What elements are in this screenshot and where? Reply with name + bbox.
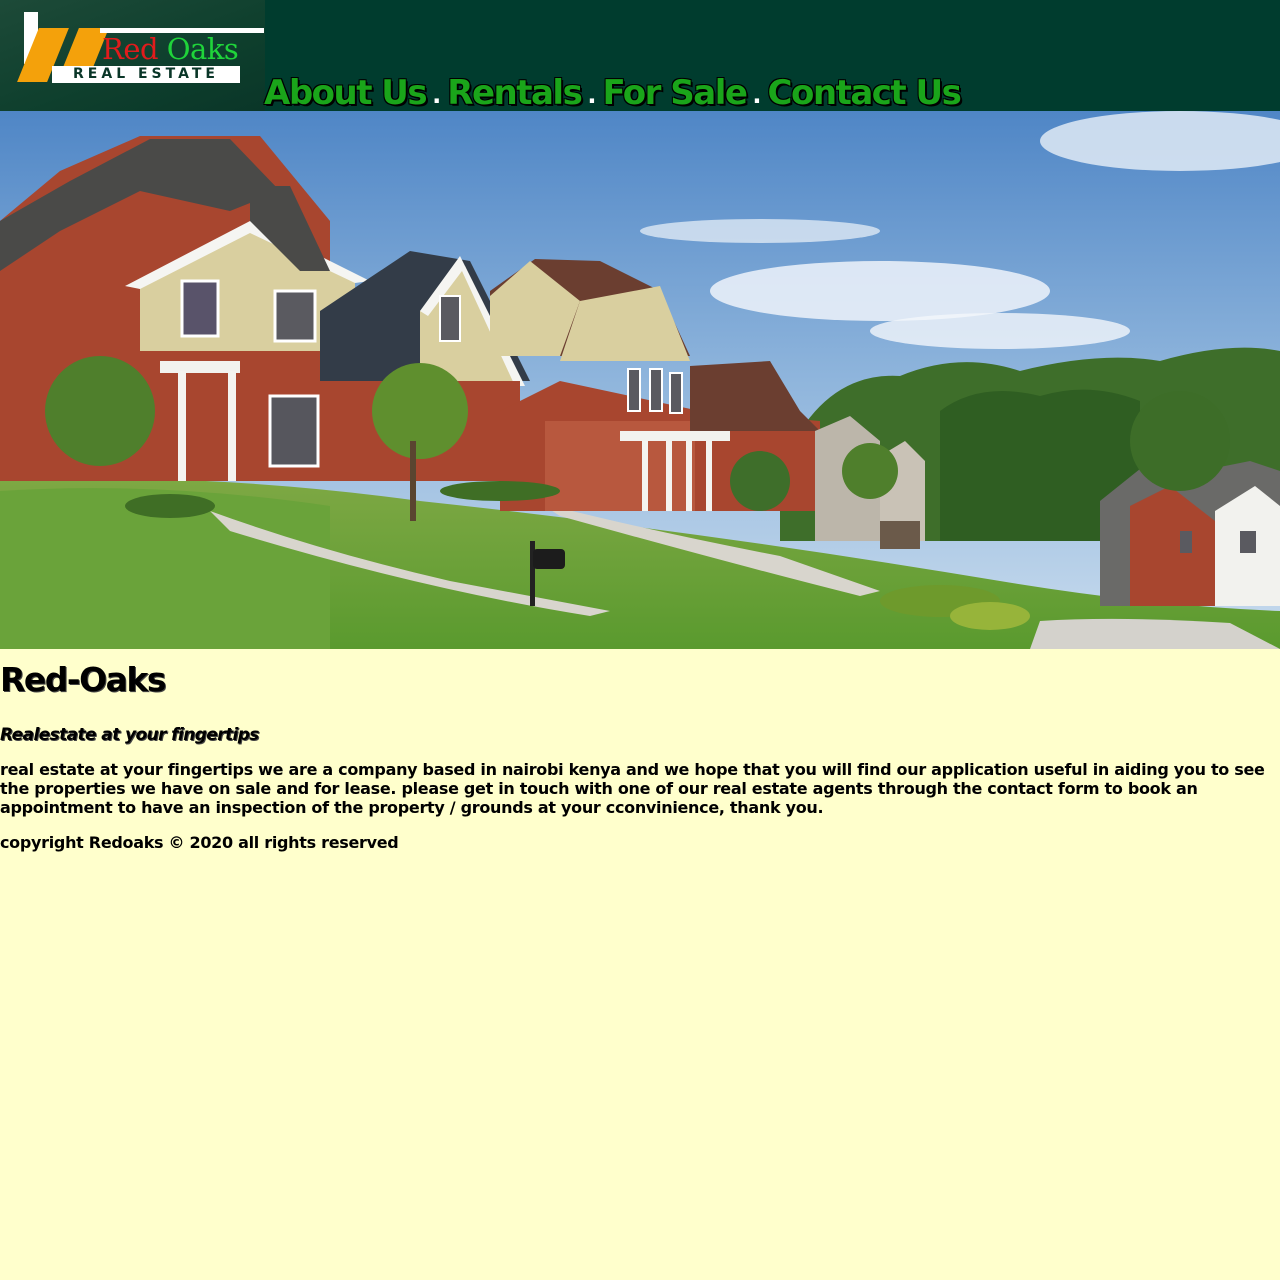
nav-link-contact-us[interactable]: Contact Us xyxy=(768,75,962,111)
logo-tagline: REAL ESTATE xyxy=(52,66,240,83)
logo-brand-name: Red Oaks xyxy=(102,32,239,66)
main-content: Red-Oaks Realestate at your fingertips r… xyxy=(0,660,1280,852)
company-description: real estate at your fingertips we are a … xyxy=(0,760,1265,817)
nav-separator: . xyxy=(752,81,762,109)
main-nav: About Us . Rentals . For Sale . Contact … xyxy=(264,75,962,111)
nav-link-rentals[interactable]: Rentals xyxy=(447,75,583,111)
page-title: Red-Oaks xyxy=(0,660,167,699)
nav-link-about-us[interactable]: About Us xyxy=(264,75,428,111)
page-subtitle: Realestate at your fingertips xyxy=(0,725,259,745)
nav-link-for-sale[interactable]: For Sale xyxy=(602,75,747,111)
hero-image-houses xyxy=(0,111,1280,649)
copyright-notice: copyright Redoaks © 2020 all rights rese… xyxy=(0,833,399,852)
nav-separator: . xyxy=(587,81,597,109)
hero-illustration xyxy=(0,111,1280,649)
site-header: Red Oaks REAL ESTATE About Us . Rentals … xyxy=(0,0,1280,111)
redoaks-logo[interactable]: Red Oaks REAL ESTATE xyxy=(0,0,265,111)
nav-separator: . xyxy=(432,81,442,109)
